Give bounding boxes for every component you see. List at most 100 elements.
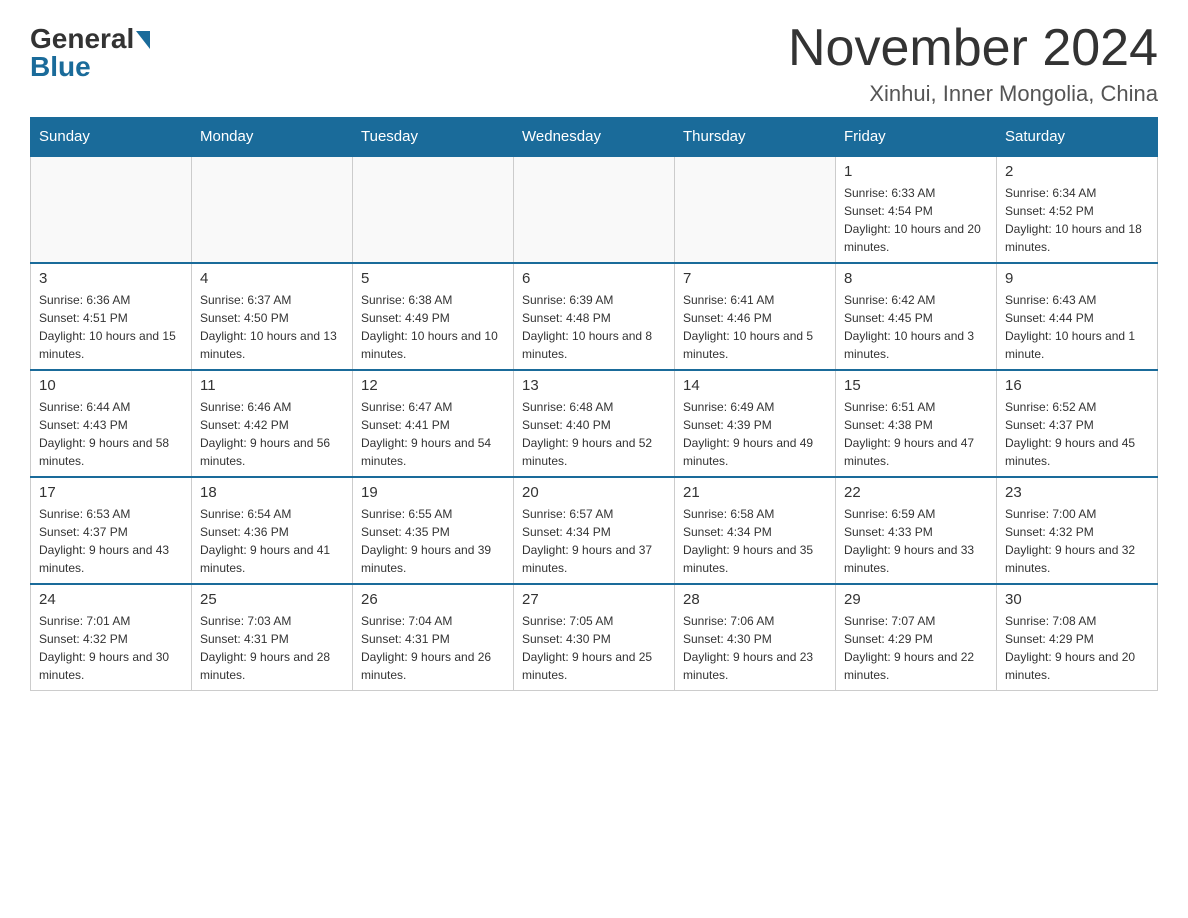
calendar-cell xyxy=(192,156,353,263)
calendar-week-2: 3Sunrise: 6:36 AMSunset: 4:51 PMDaylight… xyxy=(31,263,1158,370)
day-info: Sunrise: 6:44 AMSunset: 4:43 PMDaylight:… xyxy=(39,398,183,470)
day-number: 18 xyxy=(200,484,344,501)
day-info: Sunrise: 6:37 AMSunset: 4:50 PMDaylight:… xyxy=(200,291,344,363)
day-number: 2 xyxy=(1005,163,1149,180)
calendar-cell: 14 Sunrise: 6:49 AMSunset: 4:39 PMDayligh… xyxy=(675,370,836,477)
day-info: Sunrise: 6:58 AMSunset: 4:34 PMDaylight:… xyxy=(683,505,827,577)
calendar-cell: 29 Sunrise: 7:07 AMSunset: 4:29 PMDayligh… xyxy=(836,584,997,691)
calendar-cell: 4 Sunrise: 6:37 AMSunset: 4:50 PMDaylight… xyxy=(192,263,353,370)
calendar-cell: 26 Sunrise: 7:04 AMSunset: 4:31 PMDayligh… xyxy=(353,584,514,691)
calendar-week-5: 24 Sunrise: 7:01 AMSunset: 4:32 PMDayligh… xyxy=(31,584,1158,691)
day-number: 9 xyxy=(1005,270,1149,287)
day-number: 8 xyxy=(844,270,988,287)
day-info: Sunrise: 6:42 AMSunset: 4:45 PMDaylight:… xyxy=(844,291,988,363)
calendar-cell xyxy=(353,156,514,263)
day-info: Sunrise: 7:06 AMSunset: 4:30 PMDaylight:… xyxy=(683,612,827,684)
calendar-cell: 25 Sunrise: 7:03 AMSunset: 4:31 PMDayligh… xyxy=(192,584,353,691)
day-info: Sunrise: 6:55 AMSunset: 4:35 PMDaylight:… xyxy=(361,505,505,577)
day-info: Sunrise: 6:48 AMSunset: 4:40 PMDaylight:… xyxy=(522,398,666,470)
day-info: Sunrise: 6:38 AMSunset: 4:49 PMDaylight:… xyxy=(361,291,505,363)
day-number: 21 xyxy=(683,484,827,501)
calendar-table: SundayMondayTuesdayWednesdayThursdayFrid… xyxy=(30,117,1158,691)
calendar-cell: 28 Sunrise: 7:06 AMSunset: 4:30 PMDayligh… xyxy=(675,584,836,691)
calendar-cell: 17 Sunrise: 6:53 AMSunset: 4:37 PMDayligh… xyxy=(31,477,192,584)
day-number: 27 xyxy=(522,591,666,608)
day-info: Sunrise: 7:01 AMSunset: 4:32 PMDaylight:… xyxy=(39,612,183,684)
day-number: 16 xyxy=(1005,377,1149,394)
day-number: 1 xyxy=(844,163,988,180)
day-number: 30 xyxy=(1005,591,1149,608)
day-number: 5 xyxy=(361,270,505,287)
logo-blue-text: Blue xyxy=(30,53,91,81)
calendar-cell: 19 Sunrise: 6:55 AMSunset: 4:35 PMDayligh… xyxy=(353,477,514,584)
calendar-cell: 6 Sunrise: 6:39 AMSunset: 4:48 PMDaylight… xyxy=(514,263,675,370)
logo-text: General xyxy=(30,25,150,53)
calendar-header-tuesday: Tuesday xyxy=(353,118,514,157)
day-info: Sunrise: 7:08 AMSunset: 4:29 PMDaylight:… xyxy=(1005,612,1149,684)
day-info: Sunrise: 7:04 AMSunset: 4:31 PMDaylight:… xyxy=(361,612,505,684)
calendar-cell: 16 Sunrise: 6:52 AMSunset: 4:37 PMDayligh… xyxy=(997,370,1158,477)
calendar-header-row: SundayMondayTuesdayWednesdayThursdayFrid… xyxy=(31,118,1158,157)
day-number: 29 xyxy=(844,591,988,608)
day-info: Sunrise: 6:54 AMSunset: 4:36 PMDaylight:… xyxy=(200,505,344,577)
day-info: Sunrise: 6:53 AMSunset: 4:37 PMDaylight:… xyxy=(39,505,183,577)
calendar-cell: 8 Sunrise: 6:42 AMSunset: 4:45 PMDaylight… xyxy=(836,263,997,370)
calendar-week-4: 17 Sunrise: 6:53 AMSunset: 4:37 PMDayligh… xyxy=(31,477,1158,584)
day-info: Sunrise: 6:39 AMSunset: 4:48 PMDaylight:… xyxy=(522,291,666,363)
day-info: Sunrise: 6:36 AMSunset: 4:51 PMDaylight:… xyxy=(39,291,183,363)
day-number: 25 xyxy=(200,591,344,608)
day-number: 11 xyxy=(200,377,344,394)
logo-arrow-icon xyxy=(136,31,150,49)
day-info: Sunrise: 7:03 AMSunset: 4:31 PMDaylight:… xyxy=(200,612,344,684)
day-number: 22 xyxy=(844,484,988,501)
day-info: Sunrise: 6:43 AMSunset: 4:44 PMDaylight:… xyxy=(1005,291,1149,363)
day-number: 19 xyxy=(361,484,505,501)
calendar-cell xyxy=(31,156,192,263)
day-info: Sunrise: 7:00 AMSunset: 4:32 PMDaylight:… xyxy=(1005,505,1149,577)
day-number: 13 xyxy=(522,377,666,394)
day-info: Sunrise: 7:07 AMSunset: 4:29 PMDaylight:… xyxy=(844,612,988,684)
logo: General Blue xyxy=(30,20,150,81)
calendar-header-thursday: Thursday xyxy=(675,118,836,157)
day-number: 12 xyxy=(361,377,505,394)
calendar-cell: 15Sunrise: 6:51 AMSunset: 4:38 PMDayligh… xyxy=(836,370,997,477)
calendar-cell: 21 Sunrise: 6:58 AMSunset: 4:34 PMDayligh… xyxy=(675,477,836,584)
day-info: Sunrise: 6:41 AMSunset: 4:46 PMDaylight:… xyxy=(683,291,827,363)
day-info: Sunrise: 6:34 AMSunset: 4:52 PMDaylight:… xyxy=(1005,184,1149,256)
day-number: 10 xyxy=(39,377,183,394)
day-number: 26 xyxy=(361,591,505,608)
day-number: 17 xyxy=(39,484,183,501)
page-header: General Blue November 2024 Xinhui, Inner… xyxy=(30,20,1158,107)
day-info: Sunrise: 7:05 AMSunset: 4:30 PMDaylight:… xyxy=(522,612,666,684)
location-subtitle: Xinhui, Inner Mongolia, China xyxy=(788,81,1158,107)
calendar-week-1: 1Sunrise: 6:33 AMSunset: 4:54 PMDaylight… xyxy=(31,156,1158,263)
calendar-cell: 18 Sunrise: 6:54 AMSunset: 4:36 PMDayligh… xyxy=(192,477,353,584)
calendar-cell: 3Sunrise: 6:36 AMSunset: 4:51 PMDaylight… xyxy=(31,263,192,370)
calendar-cell: 9 Sunrise: 6:43 AMSunset: 4:44 PMDaylight… xyxy=(997,263,1158,370)
day-number: 14 xyxy=(683,377,827,394)
day-number: 20 xyxy=(522,484,666,501)
calendar-header-saturday: Saturday xyxy=(997,118,1158,157)
calendar-week-3: 10 Sunrise: 6:44 AMSunset: 4:43 PMDayligh… xyxy=(31,370,1158,477)
day-number: 4 xyxy=(200,270,344,287)
day-info: Sunrise: 6:47 AMSunset: 4:41 PMDaylight:… xyxy=(361,398,505,470)
day-info: Sunrise: 6:52 AMSunset: 4:37 PMDaylight:… xyxy=(1005,398,1149,470)
calendar-cell xyxy=(675,156,836,263)
day-number: 24 xyxy=(39,591,183,608)
calendar-cell: 7Sunrise: 6:41 AMSunset: 4:46 PMDaylight… xyxy=(675,263,836,370)
day-number: 23 xyxy=(1005,484,1149,501)
day-info: Sunrise: 6:46 AMSunset: 4:42 PMDaylight:… xyxy=(200,398,344,470)
calendar-cell: 24 Sunrise: 7:01 AMSunset: 4:32 PMDayligh… xyxy=(31,584,192,691)
day-number: 28 xyxy=(683,591,827,608)
day-info: Sunrise: 6:49 AMSunset: 4:39 PMDaylight:… xyxy=(683,398,827,470)
day-info: Sunrise: 6:59 AMSunset: 4:33 PMDaylight:… xyxy=(844,505,988,577)
calendar-cell: 23 Sunrise: 7:00 AMSunset: 4:32 PMDayligh… xyxy=(997,477,1158,584)
calendar-header-wednesday: Wednesday xyxy=(514,118,675,157)
day-number: 6 xyxy=(522,270,666,287)
day-number: 15 xyxy=(844,377,988,394)
calendar-cell: 10 Sunrise: 6:44 AMSunset: 4:43 PMDayligh… xyxy=(31,370,192,477)
calendar-cell: 30 Sunrise: 7:08 AMSunset: 4:29 PMDayligh… xyxy=(997,584,1158,691)
month-title: November 2024 xyxy=(788,20,1158,77)
calendar-cell: 20Sunrise: 6:57 AMSunset: 4:34 PMDayligh… xyxy=(514,477,675,584)
calendar-cell xyxy=(514,156,675,263)
